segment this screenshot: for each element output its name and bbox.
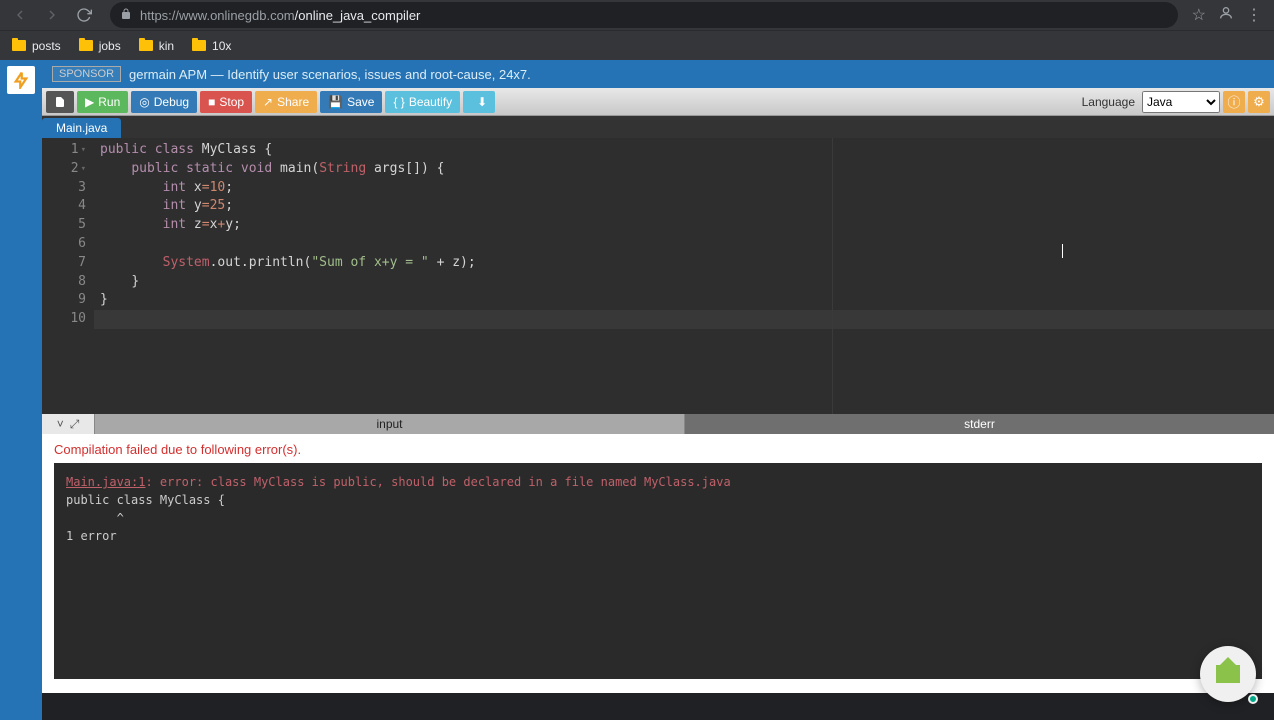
gutter: 1▾ 2▾ 3 4 5 6 7 8 9 10 (42, 138, 94, 414)
menu-icon[interactable]: ⋮ (1246, 5, 1262, 25)
logo[interactable] (7, 66, 35, 94)
folder-icon (79, 40, 93, 51)
folder-icon (12, 40, 26, 51)
bookmark-item[interactable]: 10x (192, 39, 231, 53)
side-strip (0, 60, 42, 720)
file-tab[interactable]: Main.java (42, 118, 121, 138)
bookmark-item[interactable]: jobs (79, 39, 121, 53)
bookmarks-bar: posts jobs kin 10x (0, 30, 1274, 60)
sponsor-text[interactable]: germain APM — Identify user scenarios, i… (129, 67, 531, 82)
folder-icon (139, 40, 153, 51)
url-text: https://www.onlinegdb.com/online_java_co… (140, 8, 420, 23)
share-icon: ↗ (263, 95, 273, 109)
cursor (1062, 244, 1063, 258)
back-button[interactable] (8, 3, 32, 27)
download-icon: ⬇ (477, 95, 487, 109)
online-indicator (1248, 694, 1258, 704)
compile-error-header: Compilation failed due to following erro… (54, 442, 1262, 457)
folder-icon (192, 40, 206, 51)
gear-icon: ⚙ (1253, 94, 1265, 110)
save-icon: 💾 (328, 95, 343, 109)
settings-button[interactable]: ⚙ (1248, 91, 1270, 113)
input-tab[interactable]: input (94, 414, 684, 434)
chat-widget[interactable] (1200, 646, 1256, 702)
language-label: Language (1082, 95, 1135, 109)
info-icon: ⓘ (1227, 92, 1240, 111)
language-select[interactable]: Java (1142, 91, 1220, 113)
bookmark-item[interactable]: posts (12, 39, 61, 53)
output-panel: Compilation failed due to following erro… (42, 434, 1274, 693)
stop-button[interactable]: ■Stop (200, 91, 252, 113)
download-button[interactable]: ⬇ (463, 91, 495, 113)
lock-icon (120, 8, 132, 23)
panel-controls: ˅ ⤢ (42, 414, 94, 434)
braces-icon: { } (393, 95, 404, 109)
reload-button[interactable] (72, 3, 96, 27)
beautify-button[interactable]: { }Beautify (385, 91, 460, 113)
address-bar[interactable]: https://www.onlinegdb.com/online_java_co… (110, 2, 1178, 28)
sponsor-badge: SPONSOR (52, 66, 121, 82)
bookmark-item[interactable]: kin (139, 39, 174, 53)
sponsor-bar: SPONSOR germain APM — Identify user scen… (42, 60, 1274, 88)
account-icon[interactable] (1218, 5, 1234, 26)
toolbar: ▶Run ◎Debug ■Stop ↗Share 💾Save { }Beauti… (42, 88, 1274, 116)
chat-icon (1216, 665, 1240, 683)
expand-icon[interactable]: ⤢ (70, 417, 80, 432)
console-output[interactable]: Main.java:1: error: class MyClass is pub… (54, 463, 1262, 679)
stderr-tab[interactable]: stderr (684, 414, 1274, 434)
star-icon[interactable]: ☆ (1192, 5, 1206, 25)
save-button[interactable]: 💾Save (320, 91, 382, 113)
target-icon: ◎ (139, 95, 149, 109)
chevron-down-icon[interactable]: ˅ (57, 417, 64, 431)
run-button[interactable]: ▶Run (77, 91, 128, 113)
debug-button[interactable]: ◎Debug (131, 91, 197, 113)
code-content[interactable]: public class MyClass { public static voi… (94, 138, 476, 414)
share-button[interactable]: ↗Share (255, 91, 317, 113)
new-file-button[interactable] (46, 91, 74, 113)
stop-icon: ■ (208, 95, 215, 109)
code-editor[interactable]: 1▾ 2▾ 3 4 5 6 7 8 9 10 public class MyCl… (42, 138, 1274, 414)
play-icon: ▶ (85, 95, 94, 109)
info-button[interactable]: ⓘ (1223, 91, 1245, 113)
forward-button[interactable] (40, 3, 64, 27)
